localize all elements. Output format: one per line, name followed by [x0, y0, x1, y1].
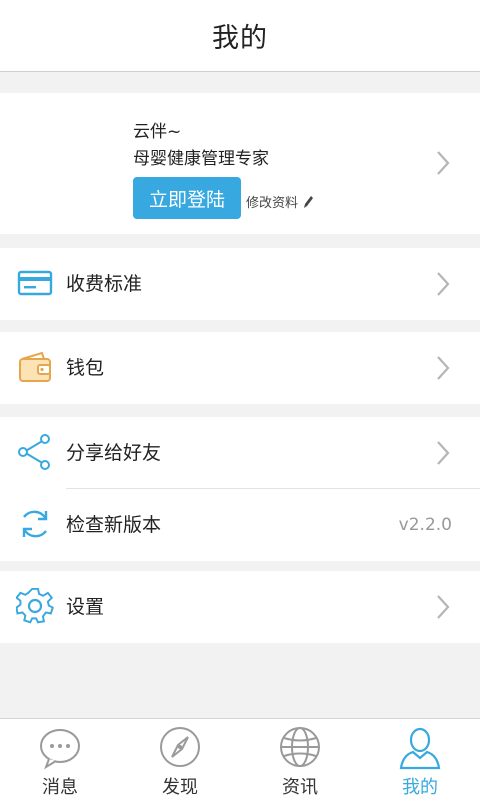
- tab-messages[interactable]: 消息: [0, 719, 120, 800]
- wallet-icon: [19, 351, 51, 382]
- chevron-right-icon: [437, 272, 450, 296]
- gear-icon: [16, 587, 54, 624]
- tab-label: 资讯: [282, 777, 318, 798]
- top-bar: 我的: [0, 0, 480, 72]
- user-icon: [399, 727, 441, 770]
- chevron-right-icon: [437, 595, 450, 619]
- profile-name: 云伴~: [133, 122, 182, 142]
- chat-bubble-icon: [40, 729, 80, 770]
- login-button[interactable]: 立即登陆: [133, 177, 241, 219]
- tab-discover[interactable]: 发现: [120, 719, 240, 800]
- share-icon: [18, 434, 50, 470]
- card-icon: [17, 270, 53, 296]
- menu-label-settings: 设置: [66, 596, 105, 618]
- bottom-tab-bar: 消息 发现 资讯 我的: [0, 718, 480, 800]
- globe-icon: [280, 727, 320, 767]
- chevron-right-icon: [437, 441, 450, 465]
- menu-label-wallet: 钱包: [66, 357, 105, 379]
- menu-item-check-update[interactable]: 检查新版本 v2.2.0: [0, 489, 480, 561]
- chevron-right-icon: [437, 356, 450, 380]
- refresh-icon: [22, 510, 48, 538]
- tab-news[interactable]: 资讯: [240, 719, 360, 800]
- page-title: 我的: [212, 23, 268, 54]
- tab-mine[interactable]: 我的: [360, 719, 480, 800]
- menu-item-wallet[interactable]: 钱包: [0, 332, 480, 404]
- menu-label-fees: 收费标准: [66, 273, 143, 295]
- edit-profile-link[interactable]: 修改资料: [246, 192, 314, 211]
- menu-item-settings[interactable]: 设置: [0, 571, 480, 643]
- profile-subtitle: 母婴健康管理专家: [133, 149, 269, 169]
- tab-label: 发现: [162, 777, 198, 798]
- menu-item-fees[interactable]: 收费标准: [0, 248, 480, 320]
- pencil-icon: [304, 195, 314, 208]
- edit-profile-label: 修改资料: [246, 196, 299, 211]
- profile-card[interactable]: 云伴~ 母婴健康管理专家 立即登陆 修改资料: [0, 93, 480, 234]
- compass-icon: [160, 727, 200, 767]
- version-value: v2.2.0: [398, 515, 452, 535]
- chevron-right-icon: [437, 151, 450, 175]
- tab-label: 消息: [42, 777, 78, 798]
- tab-label: 我的: [402, 777, 438, 798]
- menu-label-share: 分享给好友: [66, 442, 162, 464]
- menu-item-share[interactable]: 分享给好友: [0, 417, 480, 489]
- menu-label-check-update: 检查新版本: [66, 514, 162, 536]
